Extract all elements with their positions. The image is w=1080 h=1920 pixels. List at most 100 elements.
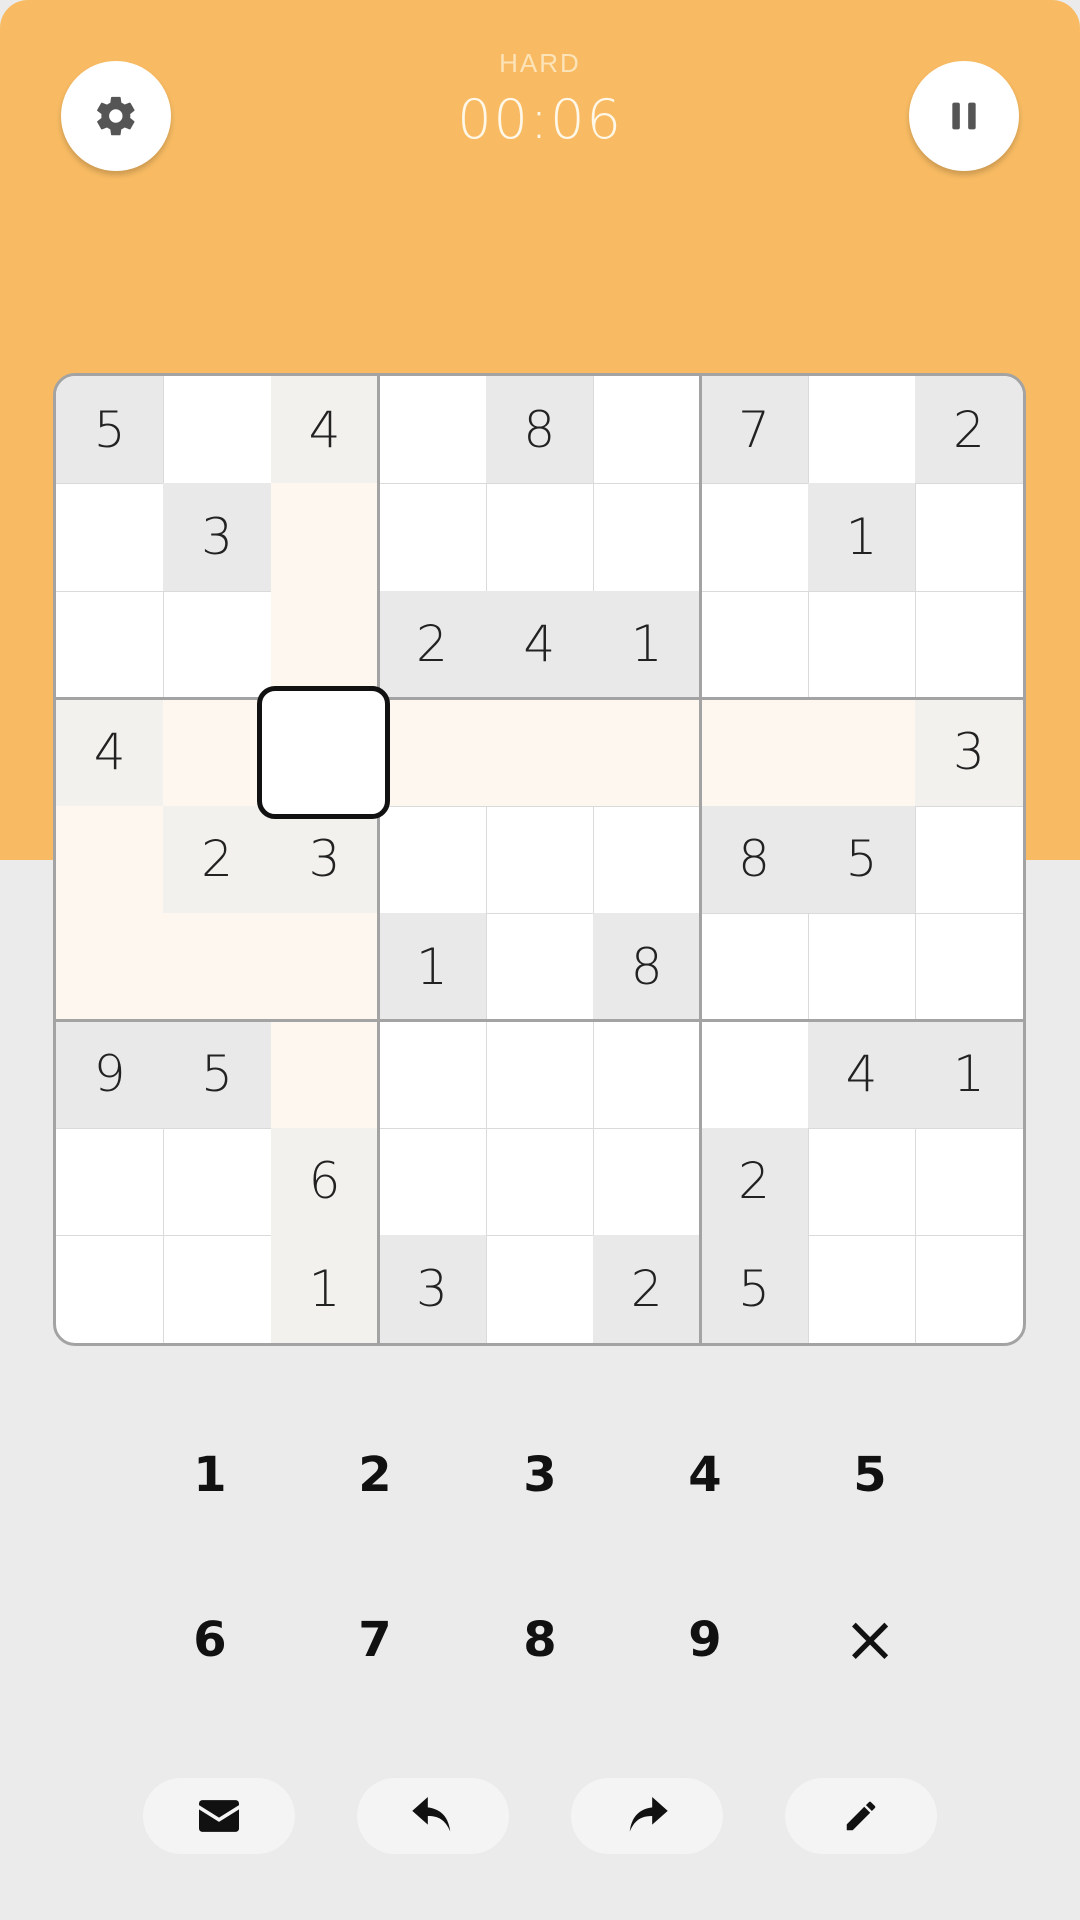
board-cell[interactable]: 2 (700, 1127, 809, 1237)
board-cell[interactable] (700, 913, 809, 1022)
board-cell[interactable] (593, 698, 702, 807)
board-cell[interactable] (378, 805, 487, 914)
box-divider (56, 1019, 1023, 1023)
numpad-key-5[interactable]: 5 (810, 1415, 930, 1535)
board-cell[interactable]: 3 (163, 483, 272, 592)
board-cell[interactable] (915, 590, 1023, 700)
board-cell[interactable] (485, 913, 594, 1022)
undo-button[interactable] (357, 1778, 509, 1854)
board-cell[interactable]: 7 (700, 376, 809, 485)
numpad-key-1[interactable]: 1 (150, 1415, 270, 1535)
board-cell[interactable]: 1 (378, 913, 487, 1022)
board-cell[interactable] (378, 376, 487, 485)
board-cell[interactable] (700, 590, 809, 700)
board-cell[interactable]: 4 (807, 1020, 917, 1129)
board-cell[interactable] (163, 913, 272, 1022)
board-cell[interactable] (163, 698, 272, 807)
board-cell[interactable] (163, 590, 272, 700)
board-cell[interactable]: 4 (270, 376, 380, 485)
board-cell[interactable]: 4 (56, 698, 165, 807)
difficulty-label: HARD (499, 48, 581, 78)
board-cell[interactable] (485, 483, 594, 592)
board-cell[interactable] (56, 805, 165, 914)
board-cell[interactable]: 6 (270, 1127, 380, 1237)
board-cell[interactable] (915, 483, 1023, 592)
mail-button[interactable] (143, 1778, 295, 1854)
board-cell[interactable] (700, 1020, 809, 1129)
board-cell[interactable]: 4 (485, 590, 594, 700)
board-cell[interactable]: 5 (807, 805, 917, 914)
board-cell[interactable] (163, 376, 272, 485)
board-cell[interactable] (593, 376, 702, 485)
board-cell[interactable] (270, 913, 380, 1022)
numpad-key-4[interactable]: 4 (645, 1415, 765, 1535)
board-cell[interactable] (378, 698, 487, 807)
board-cell[interactable] (915, 1235, 1023, 1343)
board-cell[interactable]: 3 (915, 698, 1023, 807)
board-cell[interactable] (807, 1235, 917, 1343)
board-cell[interactable] (485, 1127, 594, 1237)
board-cell[interactable] (700, 483, 809, 592)
board-cell[interactable] (56, 913, 165, 1022)
board-cell[interactable] (700, 698, 809, 807)
numpad-key-9[interactable]: 9 (645, 1580, 765, 1700)
board-cell[interactable] (56, 590, 165, 700)
board-cell[interactable] (807, 590, 917, 700)
board-cell[interactable] (915, 1127, 1023, 1237)
board-cell[interactable]: 5 (163, 1020, 272, 1129)
board-cell[interactable]: 2 (915, 376, 1023, 485)
board-cell[interactable] (593, 1020, 702, 1129)
board-cell[interactable] (270, 483, 380, 592)
board-cell[interactable] (593, 1127, 702, 1237)
numpad-key-7[interactable]: 7 (315, 1580, 435, 1700)
notes-button[interactable] (785, 1778, 937, 1854)
board-cell[interactable] (807, 698, 917, 807)
board-cell[interactable]: 3 (378, 1235, 487, 1343)
numpad-key-3[interactable]: 3 (480, 1415, 600, 1535)
board-cell[interactable] (915, 913, 1023, 1022)
selected-cell[interactable] (257, 686, 390, 819)
box-divider (377, 376, 381, 1343)
board-cell[interactable] (378, 483, 487, 592)
board-cell[interactable]: 8 (485, 376, 594, 485)
board-cell[interactable]: 3 (270, 805, 380, 914)
numpad-key-2[interactable]: 2 (315, 1415, 435, 1535)
board-cell[interactable] (163, 1127, 272, 1237)
board-cell[interactable] (163, 1235, 272, 1343)
board-cell[interactable] (56, 483, 165, 592)
board-cell[interactable] (270, 590, 380, 700)
board-cell[interactable]: 2 (593, 1235, 702, 1343)
board-cell[interactable]: 2 (163, 805, 272, 914)
numpad-key-8[interactable]: 8 (480, 1580, 600, 1700)
board-cell[interactable]: 9 (56, 1020, 165, 1129)
board-cell[interactable]: 5 (56, 376, 165, 485)
board-cell[interactable] (270, 1020, 380, 1129)
board-cell[interactable] (56, 1235, 165, 1343)
sudoku-board: 5487231241432385189541621325 (53, 373, 1026, 1346)
numpad-key-6[interactable]: 6 (150, 1580, 270, 1700)
board-cell[interactable] (807, 1127, 917, 1237)
board-cell[interactable]: 1 (593, 590, 702, 700)
board-cell[interactable] (807, 376, 917, 485)
board-cell[interactable] (485, 1235, 594, 1343)
board-cell[interactable] (378, 1020, 487, 1129)
board-cell[interactable] (485, 698, 594, 807)
board-cell[interactable] (807, 913, 917, 1022)
board-cell[interactable] (485, 805, 594, 914)
board-cell[interactable]: 2 (378, 590, 487, 700)
board-cell[interactable] (593, 805, 702, 914)
board-cell[interactable] (485, 1020, 594, 1129)
board-cell[interactable]: 8 (700, 805, 809, 914)
board-cell[interactable] (378, 1127, 487, 1237)
board-cell[interactable]: 5 (700, 1235, 809, 1343)
board-cell[interactable] (593, 483, 702, 592)
erase-key[interactable]: × (810, 1580, 930, 1700)
board-cell[interactable]: 1 (807, 483, 917, 592)
pause-button[interactable] (909, 61, 1019, 171)
board-cell[interactable]: 1 (270, 1235, 380, 1343)
board-cell[interactable]: 8 (593, 913, 702, 1022)
board-cell[interactable] (56, 1127, 165, 1237)
redo-button[interactable] (571, 1778, 723, 1854)
board-cell[interactable]: 1 (915, 1020, 1023, 1129)
board-cell[interactable] (915, 805, 1023, 914)
